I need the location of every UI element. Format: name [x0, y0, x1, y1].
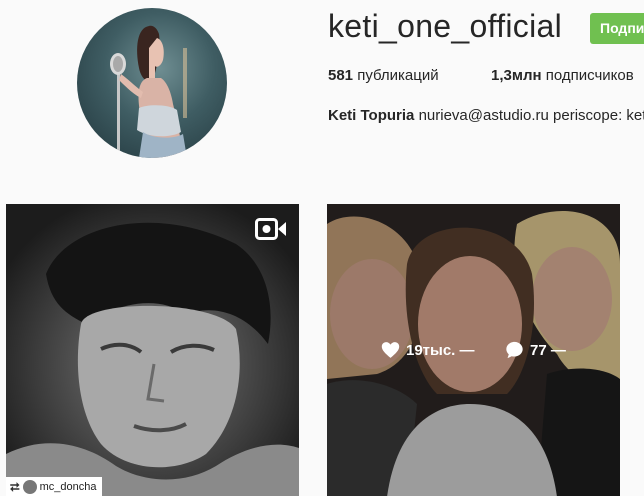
profile-page: keti_one_official Подписаться 581 публик…	[0, 0, 644, 496]
post-thumbnail-1[interactable]: ⮂ mc_doncha	[6, 204, 299, 496]
profile-avatar[interactable]	[77, 8, 227, 158]
likes-stat: 19тыс. —	[381, 341, 475, 359]
followers-count: 1,3млн	[491, 67, 542, 84]
post-1-photo	[6, 204, 299, 496]
comments-count: 77 —	[530, 341, 566, 359]
profile-bio: Keti Topuria nurieva@astudio.ru periscop…	[328, 107, 644, 124]
profile-bio-text: nurieva@astudio.ru periscope: keti_one	[418, 107, 644, 124]
posts-count: 581	[328, 67, 354, 84]
followers-stat[interactable]: 1,3млн подписчиков	[491, 67, 634, 84]
comment-icon	[506, 341, 523, 359]
likes-count: 19тыс. —	[406, 341, 475, 359]
heart-icon	[381, 342, 400, 358]
avatar-photo	[110, 25, 187, 158]
followers-label: подписчиков	[545, 67, 634, 84]
video-camera-icon	[255, 218, 286, 240]
profile-full-name: Keti Topuria	[328, 107, 415, 124]
posts-label: публикаций	[357, 67, 439, 84]
post-hover-overlay: 19тыс. — 77 —	[327, 204, 620, 496]
posts-stat: 581 публикаций	[328, 67, 439, 84]
profile-username: keti_one_official	[328, 8, 563, 44]
repost-username: mc_doncha	[39, 481, 97, 493]
follow-button[interactable]: Подписаться	[590, 13, 644, 44]
repost-avatar	[22, 480, 37, 494]
repost-tag: ⮂ mc_doncha	[6, 477, 103, 496]
repost-icon: ⮂	[10, 479, 20, 494]
comments-stat: 77 —	[505, 341, 566, 359]
post-thumbnail-2[interactable]: 19тыс. — 77 —	[327, 204, 620, 496]
